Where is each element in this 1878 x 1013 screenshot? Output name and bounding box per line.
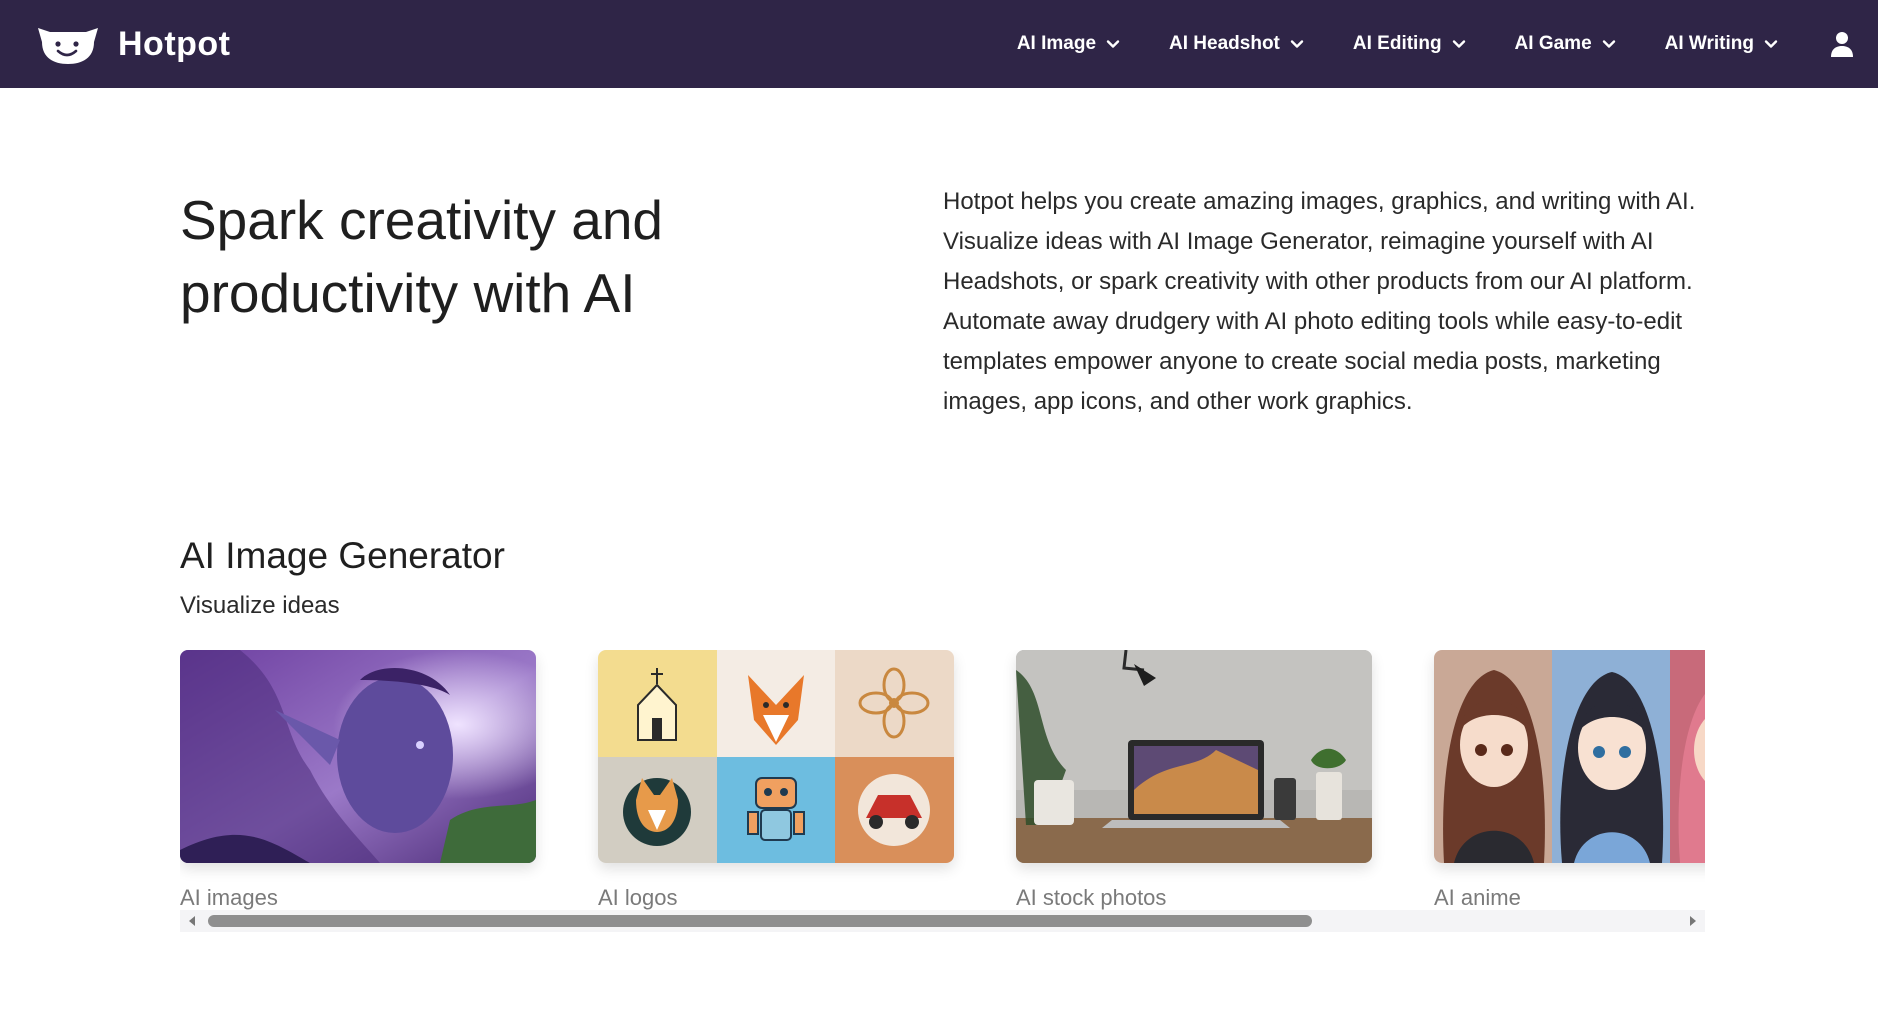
chevron-down-icon	[1106, 40, 1120, 48]
nav-ai-headshot[interactable]: AI Headshot	[1169, 33, 1304, 55]
chevron-down-icon	[1764, 40, 1778, 48]
laptop-desk-image	[1016, 650, 1372, 863]
chevron-down-icon	[1290, 40, 1304, 48]
nav-ai-editing[interactable]: AI Editing	[1353, 33, 1466, 55]
card-label: AI stock photos	[1016, 885, 1167, 910]
image-generator-carousel[interactable]: AI images AI logos AI stock photos AI an…	[180, 650, 1705, 920]
nav-ai-game[interactable]: AI Game	[1515, 33, 1616, 55]
brand-name: Hotpot	[118, 25, 231, 63]
chevron-down-icon	[1452, 40, 1465, 48]
card-thumbnail	[1434, 650, 1705, 863]
nav-label: AI Image	[1016, 33, 1097, 54]
brand-home-link[interactable]: Hotpot	[34, 22, 231, 66]
card-label: AI images	[180, 885, 278, 910]
card-ai-logos[interactable]: AI logos	[598, 650, 954, 913]
user-icon	[1831, 32, 1853, 57]
nav-ai-image[interactable]: AI Image	[1017, 33, 1120, 55]
carousel-scrollbar[interactable]	[180, 910, 1705, 932]
nav-ai-writing[interactable]: AI Writing	[1665, 33, 1778, 55]
logo-grid-image	[598, 650, 954, 863]
main-nav: AI Image AI Headshot AI Editing AI Game …	[1017, 0, 1778, 88]
scroll-right-arrow-icon[interactable]	[1687, 915, 1699, 927]
nav-label: AI Headshot	[1169, 33, 1280, 54]
top-navigation-bar: Hotpot AI Image AI Headshot AI Editing A…	[0, 0, 1878, 88]
card-ai-anime[interactable]: AI anime	[1434, 650, 1705, 913]
nav-label: AI Writing	[1664, 33, 1754, 54]
hotpot-logo-icon	[38, 28, 98, 64]
card-thumbnail	[598, 650, 954, 863]
chevron-down-icon	[1602, 40, 1615, 48]
section-title: AI Image Generator	[180, 535, 505, 576]
nav-label: AI Game	[1514, 33, 1592, 54]
user-account-button[interactable]	[1830, 30, 1854, 58]
section-subtitle: Visualize ideas	[180, 592, 340, 619]
card-thumbnail	[180, 650, 536, 863]
card-ai-stock-photos[interactable]: AI stock photos	[1016, 650, 1372, 913]
scroll-left-arrow-icon[interactable]	[186, 915, 198, 927]
nav-label: AI Editing	[1352, 33, 1442, 54]
elf-fantasy-image	[180, 650, 536, 863]
hero-description: Hotpot helps you create amazing images, …	[943, 188, 1696, 415]
card-thumbnail	[1016, 650, 1372, 863]
hero-title: Spark creativity and productivity with A…	[180, 189, 663, 324]
card-label: AI logos	[598, 885, 678, 910]
card-label: AI anime	[1434, 885, 1521, 910]
anime-characters-image	[1434, 650, 1705, 863]
card-ai-images[interactable]: AI images	[180, 650, 536, 913]
scrollbar-thumb[interactable]	[208, 915, 1312, 927]
